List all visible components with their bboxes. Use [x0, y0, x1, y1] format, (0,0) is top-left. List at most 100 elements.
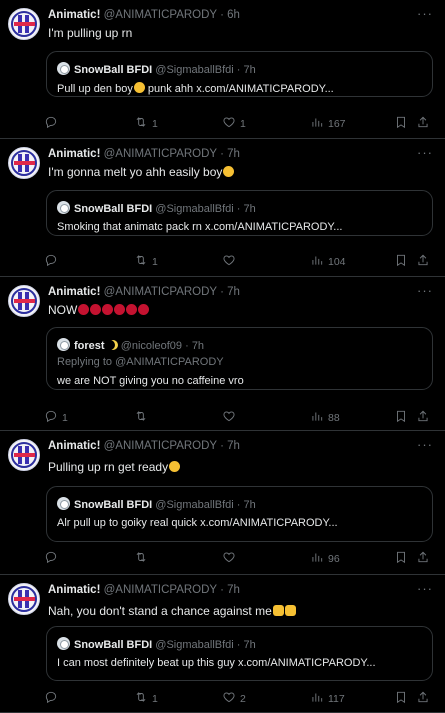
retweet-count: 1 [152, 255, 158, 268]
reply-button[interactable] [44, 690, 62, 707]
tweet-text-content: NOW [48, 303, 78, 317]
avatar[interactable] [8, 8, 40, 40]
share-button[interactable] [416, 690, 430, 707]
avatar[interactable] [8, 439, 40, 471]
author-handle[interactable]: @ANIMATICPARODY [104, 440, 217, 452]
author-handle[interactable]: @ANIMATICPARODY [104, 584, 217, 596]
tweet-text: NOW [48, 303, 150, 317]
author-handle[interactable]: @ANIMATICPARODY [104, 286, 217, 298]
views-icon [310, 115, 324, 132]
author-handle[interactable]: @ANIMATICPARODY [104, 9, 217, 21]
retweet-button[interactable] [134, 409, 152, 426]
share-button[interactable] [416, 550, 430, 567]
tweet-card[interactable]: Animatic! @ANIMATICPARODY · 7h ··· NOW fore… [0, 277, 445, 431]
face-emoji [223, 166, 235, 177]
author-name[interactable]: Animatic! [48, 9, 100, 21]
quote-timestamp: 7h [191, 340, 205, 352]
share-button[interactable] [416, 253, 430, 270]
retweet-button[interactable]: 1 [134, 690, 158, 707]
quoted-tweet[interactable]: SnowBall BFDI @SigmaballBfdi · 7h I can m… [46, 626, 433, 681]
views-button[interactable]: 104 [310, 253, 346, 270]
timestamp[interactable]: 7h [227, 286, 240, 298]
tweet-header: Animatic! @ANIMATICPARODY · 7h [48, 148, 240, 160]
reply-button[interactable]: 1 [44, 409, 68, 426]
author-name[interactable]: Animatic! [48, 584, 100, 596]
quote-author-handle: @SigmaballBfdi [155, 499, 234, 511]
timestamp[interactable]: 7h [227, 584, 240, 596]
avatar[interactable] [8, 285, 40, 317]
like-button[interactable]: 2 [222, 690, 246, 707]
quote-text: Pull up den boy punk ahh x.com/ANIMATICP… [57, 82, 334, 95]
more-icon[interactable]: ··· [417, 145, 433, 160]
like-icon [222, 409, 236, 426]
author-handle[interactable]: @ANIMATICPARODY [104, 148, 217, 160]
quote-author-name: SnowBall BFDI [74, 499, 153, 511]
more-icon[interactable]: ··· [417, 6, 433, 21]
tweet-header: Animatic! @ANIMATICPARODY · 6h [48, 9, 240, 21]
tweet-text-content: I'm pulling up rn [48, 26, 133, 40]
quote-avatar [57, 637, 70, 650]
reply-button[interactable] [44, 550, 62, 567]
timestamp[interactable]: 7h [227, 148, 240, 160]
quote-header: SnowBall BFDI @SigmaballBfdi · 7h [57, 637, 256, 651]
quoted-tweet[interactable]: forest @nicoleof09 · 7h Replying to @ANIM… [46, 327, 433, 390]
tweet-card[interactable]: Animatic! @ANIMATICPARODY · 7h ··· I'm gon… [0, 139, 445, 277]
quote-avatar [57, 62, 70, 75]
tweet-text-content: I'm gonna melt yo ahh easily boy [48, 165, 223, 179]
like-button[interactable] [222, 409, 240, 426]
views-button[interactable]: 117 [310, 690, 345, 707]
tweet-card[interactable]: Animatic! @ANIMATICPARODY · 7h ··· Pulling… [0, 431, 445, 575]
like-button[interactable] [222, 253, 240, 270]
bookmark-button[interactable] [394, 690, 408, 707]
bookmark-button[interactable] [394, 253, 408, 270]
share-button[interactable] [416, 409, 430, 426]
separator: · [220, 286, 224, 298]
reply-button[interactable] [44, 253, 62, 270]
quote-text: Smoking that animatc pack rn x.com/ANIMA… [57, 221, 342, 233]
quote-author-name: forest [74, 340, 105, 352]
views-button[interactable]: 96 [310, 550, 340, 567]
tweet-card[interactable]: Animatic! @ANIMATICPARODY · 7h ··· Nah, yo… [0, 575, 445, 713]
retweet-button[interactable]: 1 [134, 115, 158, 132]
tweet-header: Animatic! @ANIMATICPARODY · 7h [48, 584, 240, 596]
like-button[interactable] [222, 550, 240, 567]
bookmark-icon [394, 409, 408, 426]
more-icon[interactable]: ··· [417, 283, 433, 298]
quoted-tweet[interactable]: SnowBall BFDI @SigmaballBfdi · 7h Pull up… [46, 51, 433, 97]
share-button[interactable] [416, 115, 430, 132]
avatar[interactable] [8, 583, 40, 615]
author-name[interactable]: Animatic! [48, 148, 100, 160]
views-count: 167 [328, 117, 346, 130]
share-icon [416, 253, 430, 270]
more-icon[interactable]: ··· [417, 581, 433, 596]
bookmark-button[interactable] [394, 115, 408, 132]
views-button[interactable]: 167 [310, 115, 346, 132]
angry-face-emoji [126, 304, 138, 315]
like-icon [222, 550, 236, 567]
author-name[interactable]: Animatic! [48, 440, 100, 452]
bookmark-button[interactable] [394, 550, 408, 567]
separator: · [220, 440, 224, 452]
retweet-button[interactable]: 1 [134, 253, 158, 270]
views-icon [310, 253, 324, 270]
tweet-card[interactable]: Animatic! @ANIMATICPARODY · 6h ··· I'm pul… [0, 0, 445, 139]
bookmark-button[interactable] [394, 409, 408, 426]
retweet-icon [134, 115, 148, 132]
quoted-tweet[interactable]: SnowBall BFDI @SigmaballBfdi · 7h Alr pul… [46, 486, 433, 542]
tweet-actions: 1 1 167 [44, 115, 439, 133]
retweet-button[interactable] [134, 550, 152, 567]
quoted-tweet[interactable]: SnowBall BFDI @SigmaballBfdi · 7h Smoking… [46, 190, 433, 236]
more-icon[interactable]: ··· [417, 437, 433, 452]
tweet-header: Animatic! @ANIMATICPARODY · 7h [48, 286, 240, 298]
views-icon [310, 550, 324, 567]
reply-button[interactable] [44, 115, 62, 132]
timestamp[interactable]: 7h [227, 440, 240, 452]
avatar[interactable] [8, 147, 40, 179]
timestamp[interactable]: 6h [227, 9, 240, 21]
author-name[interactable]: Animatic! [48, 286, 100, 298]
angry-face-emoji [138, 304, 150, 315]
reply-icon [44, 253, 58, 270]
reply-count: 1 [62, 411, 68, 424]
views-button[interactable]: 88 [310, 409, 340, 426]
like-button[interactable]: 1 [222, 115, 246, 132]
